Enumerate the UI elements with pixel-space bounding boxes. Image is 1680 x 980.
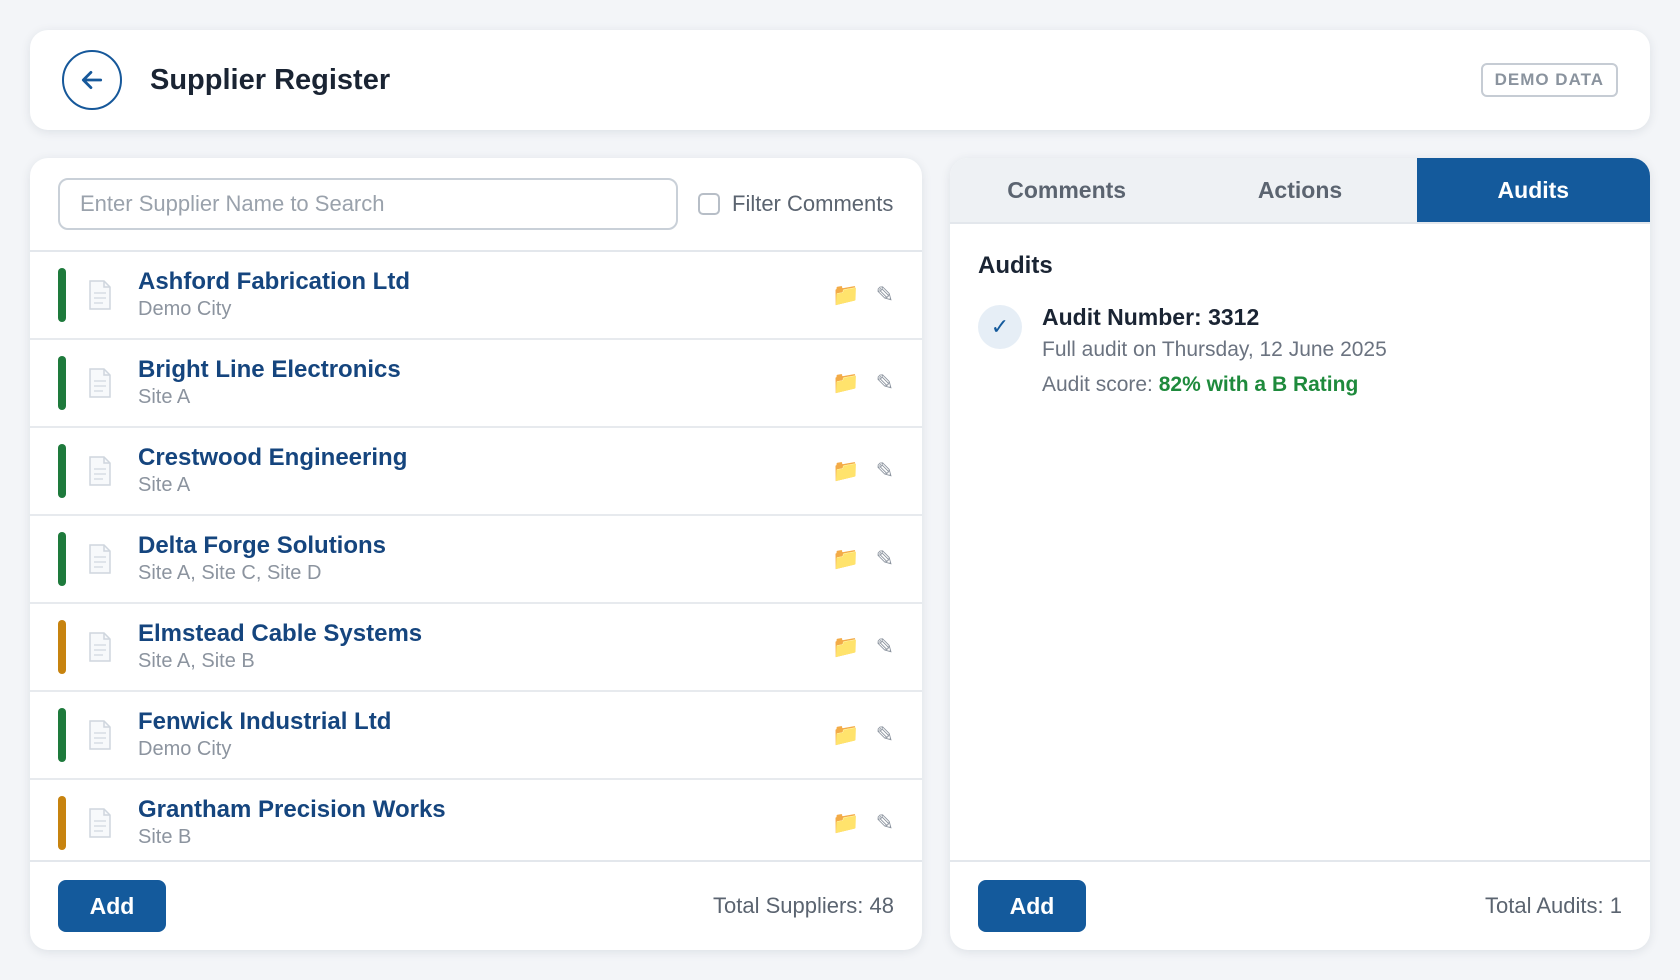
detail-tabs: Comments Actions Audits (950, 158, 1650, 224)
status-indicator (58, 268, 66, 322)
supplier-text: Bright Line Electronics Site A (138, 356, 401, 410)
audit-score-prefix: Audit score: (1042, 373, 1159, 396)
supplier-row[interactable]: Delta Forge Solutions Site A, Site C, Sit… (30, 516, 922, 604)
audits-footer: Add Total Audits: 1 (950, 860, 1650, 950)
status-indicator (58, 532, 66, 586)
search-bar: Filter Comments (30, 158, 922, 252)
supplier-text: Ashford Fabrication Ltd Demo City (138, 268, 410, 322)
supplier-name[interactable]: Ashford Fabrication Ltd (138, 268, 410, 296)
supplier-site: Site A, Site C, Site D (138, 562, 322, 584)
row-actions: 📁 ✎ (832, 282, 894, 308)
supplier-site: Demo City (138, 298, 232, 320)
tab-actions[interactable]: Actions (1183, 158, 1417, 222)
supplier-name[interactable]: Grantham Precision Works (138, 796, 446, 824)
audit-item[interactable]: ✓ Audit Number: 3312 Full audit on Thurs… (978, 302, 1622, 402)
filter-comments-toggle[interactable]: Filter Comments (698, 191, 893, 217)
supplier-site: Site A (138, 474, 191, 496)
edit-icon[interactable]: ✎ (876, 370, 894, 396)
row-actions: 📁 ✎ (832, 810, 894, 836)
supplier-row[interactable]: Fenwick Industrial Ltd Demo City 📁 ✎ (30, 692, 922, 780)
add-audit-button[interactable]: Add (978, 880, 1086, 932)
supplier-list-footer: Add Total Suppliers: 48 (30, 860, 922, 950)
supplier-name[interactable]: Elmstead Cable Systems (138, 620, 422, 648)
status-indicator (58, 708, 66, 762)
total-audits-count: Total Audits: 1 (1485, 893, 1622, 918)
supplier-search-input[interactable] (58, 178, 678, 230)
filter-comments-label: Filter Comments (732, 191, 894, 216)
arrow-left-icon (81, 71, 103, 89)
add-supplier-button[interactable]: Add (58, 880, 166, 932)
edit-icon[interactable]: ✎ (876, 546, 894, 572)
supplier-row[interactable]: Grantham Precision Works Site B 📁 ✎ (30, 780, 922, 862)
supplier-site: Demo City (138, 738, 232, 760)
audit-info: Audit Number: 3312 Full audit on Thursda… (1042, 302, 1387, 402)
supplier-row[interactable]: Elmstead Cable Systems Site A, Site B 📁 ✎ (30, 604, 922, 692)
folder-icon[interactable]: 📁 (832, 282, 859, 308)
folder-icon[interactable]: 📁 (832, 634, 859, 660)
audits-heading: Audits (978, 252, 1053, 279)
status-indicator (58, 356, 66, 410)
edit-icon[interactable]: ✎ (876, 634, 894, 660)
edit-icon[interactable]: ✎ (876, 282, 894, 308)
supplier-text: Elmstead Cable Systems Site A, Site B (138, 620, 422, 674)
audit-number: Audit Number: 3312 (1042, 304, 1260, 330)
detail-panel: Comments Actions Audits Audits ✓ Audit N… (950, 158, 1650, 950)
audit-score-line: Audit score: 82% with a B Rating (1042, 368, 1387, 402)
status-indicator (58, 796, 66, 850)
row-actions: 📁 ✎ (832, 458, 894, 484)
filter-comments-checkbox[interactable] (698, 193, 720, 215)
document-icon (89, 456, 111, 486)
back-button[interactable] (62, 50, 122, 110)
supplier-site: Site A (138, 386, 191, 408)
check-icon: ✓ (978, 305, 1022, 349)
document-icon (89, 368, 111, 398)
supplier-site: Site B (138, 826, 192, 848)
supplier-text: Crestwood Engineering Site A (138, 444, 407, 498)
supplier-row[interactable]: Bright Line Electronics Site A 📁 ✎ (30, 340, 922, 428)
edit-icon[interactable]: ✎ (876, 722, 894, 748)
supplier-text: Fenwick Industrial Ltd Demo City (138, 708, 391, 762)
supplier-text: Delta Forge Solutions Site A, Site C, Sit… (138, 532, 386, 586)
supplier-row[interactable]: Crestwood Engineering Site A 📁 ✎ (30, 428, 922, 516)
supplier-name[interactable]: Delta Forge Solutions (138, 532, 386, 560)
audit-description: Full audit on Thursday, 12 June 2025 (1042, 338, 1387, 361)
audit-score: 82% with a B Rating (1158, 373, 1359, 396)
document-icon (89, 632, 111, 662)
row-actions: 📁 ✎ (832, 634, 894, 660)
supplier-name[interactable]: Bright Line Electronics (138, 356, 401, 384)
row-actions: 📁 ✎ (832, 722, 894, 748)
folder-icon[interactable]: 📁 (832, 810, 859, 836)
folder-icon[interactable]: 📁 (832, 546, 859, 572)
supplier-name[interactable]: Fenwick Industrial Ltd (138, 708, 391, 736)
document-icon (89, 808, 111, 838)
total-suppliers-count: Total Suppliers: 48 (713, 893, 894, 918)
status-indicator (58, 620, 66, 674)
status-indicator (58, 444, 66, 498)
folder-icon[interactable]: 📁 (832, 722, 859, 748)
folder-icon[interactable]: 📁 (832, 458, 859, 484)
document-icon (89, 720, 111, 750)
folder-icon[interactable]: 📁 (832, 370, 859, 396)
supplier-name[interactable]: Crestwood Engineering (138, 444, 407, 472)
page-title: Supplier Register (150, 63, 391, 96)
audits-content: Audits ✓ Audit Number: 3312 Full audit o… (950, 224, 1650, 430)
row-actions: 📁 ✎ (832, 546, 894, 572)
edit-icon[interactable]: ✎ (876, 810, 894, 836)
supplier-text: Grantham Precision Works Site B (138, 796, 446, 850)
demo-data-badge: DEMO DATA (1480, 63, 1618, 97)
document-icon (89, 544, 111, 574)
document-icon (89, 280, 111, 310)
page-header: Supplier Register DEMO DATA (30, 30, 1650, 130)
supplier-row[interactable]: Ashford Fabrication Ltd Demo City 📁 ✎ (30, 252, 922, 340)
supplier-list: Ashford Fabrication Ltd Demo City 📁 ✎ Bright… (30, 252, 922, 862)
edit-icon[interactable]: ✎ (876, 458, 894, 484)
tab-audits[interactable]: Audits (1416, 158, 1650, 222)
supplier-site: Site A, Site B (138, 650, 255, 672)
supplier-list-panel: Filter Comments Ashford Fabrication LtdD… (30, 158, 922, 950)
tab-comments[interactable]: Comments (950, 158, 1184, 222)
row-actions: 📁 ✎ (832, 370, 894, 396)
